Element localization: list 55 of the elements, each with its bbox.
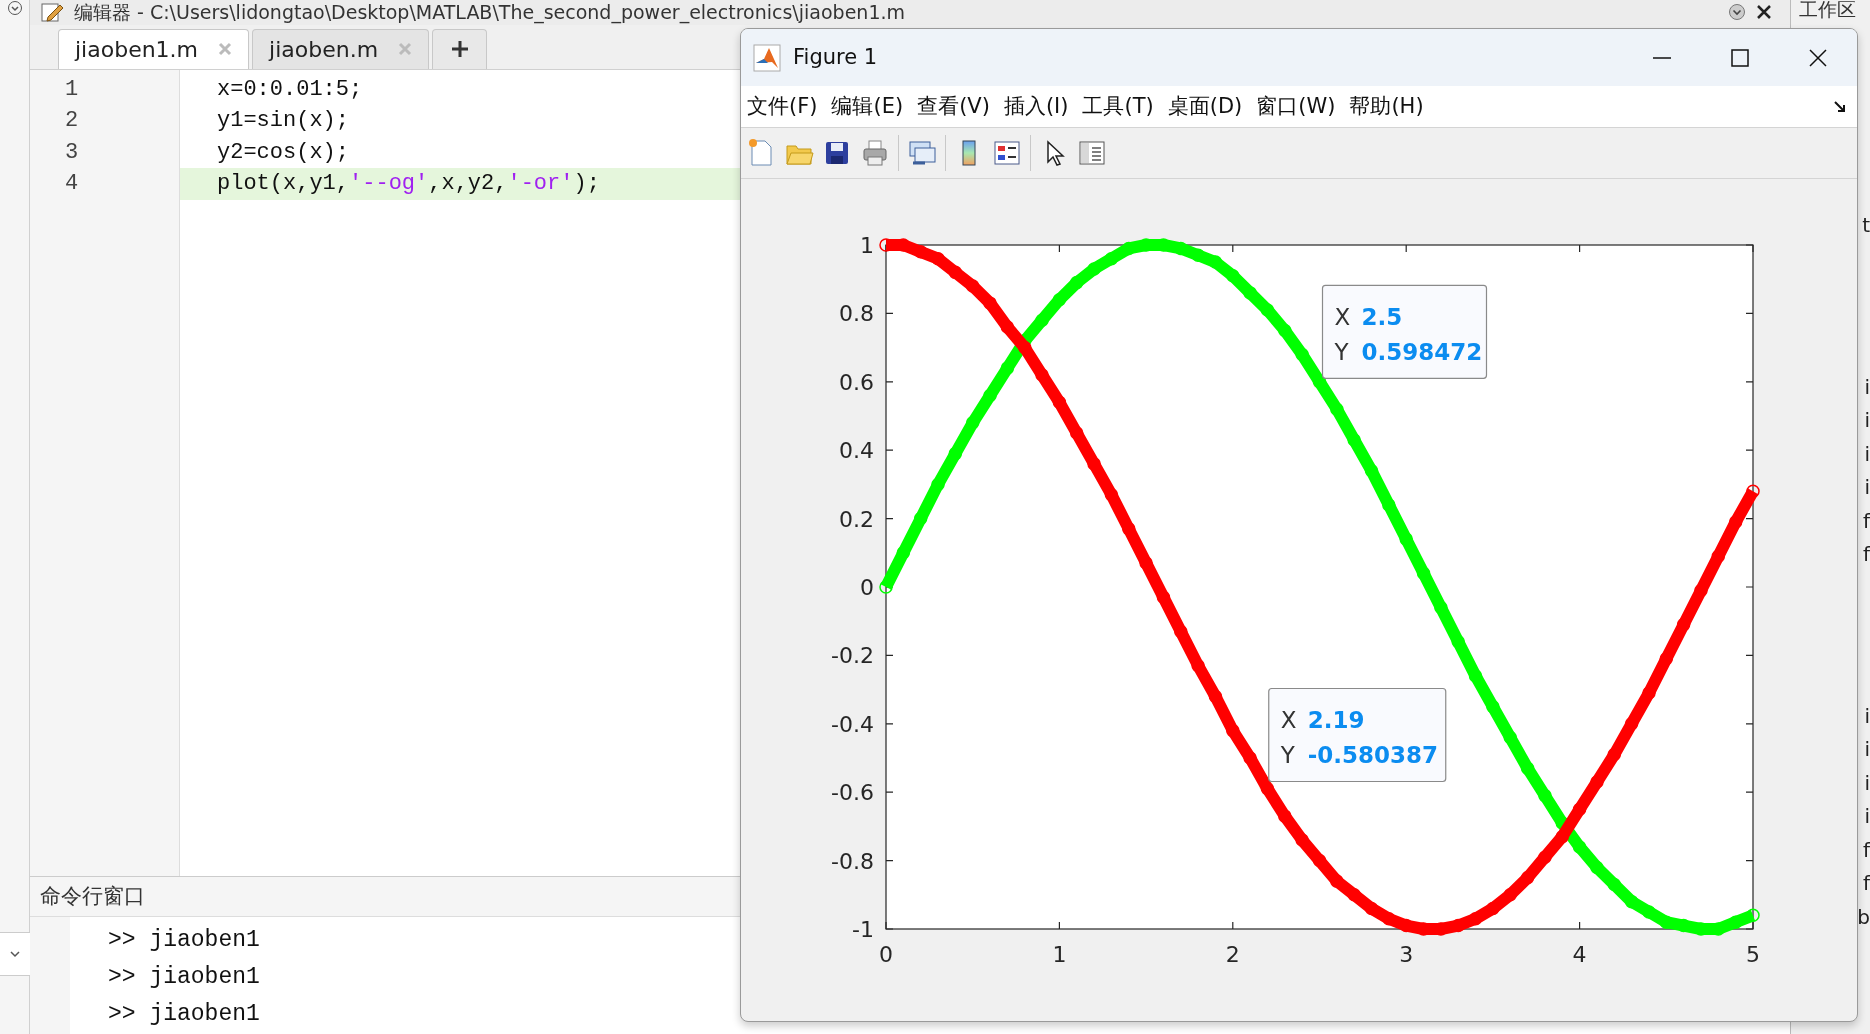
datatip-y-label: Y <box>1334 339 1349 366</box>
command-line: >> jiaoben1 <box>108 1000 260 1029</box>
line-number: 3 <box>65 138 79 167</box>
code-line: y1=sin(x); <box>216 107 351 136</box>
x-tick-label: 2 <box>1225 942 1240 967</box>
y-tick-label: -0.8 <box>831 848 874 874</box>
variable-name: f <box>1862 870 1870 897</box>
variable-name: i <box>1864 407 1870 434</box>
line-number: 4 <box>65 170 79 199</box>
y-tick-label: 0.2 <box>839 506 874 532</box>
y-tick-label: 1 <box>860 233 874 258</box>
code-line: x=0:0.01:5; <box>216 75 364 104</box>
variable-name: i <box>1864 474 1870 501</box>
x-tick-label: 1 <box>1052 942 1067 967</box>
variable-name: t <box>1862 212 1870 239</box>
y-tick-label: -0.6 <box>831 780 874 806</box>
variable-name: i <box>1864 373 1870 401</box>
y-tick-label: 0 <box>860 575 874 600</box>
command-line: >> jiaoben1 <box>108 926 260 955</box>
command-line: >> jiaoben1 <box>108 963 260 992</box>
y-tick-label: 0.4 <box>839 438 874 464</box>
datatip-x-label: X <box>1334 304 1351 331</box>
y-tick-label: -0.4 <box>831 711 874 737</box>
tab-label: jiaoben1.m <box>75 35 199 64</box>
variable-name: i <box>1864 702 1870 730</box>
datatip-y-value: -0.580387 <box>1307 742 1439 769</box>
line-number: 1 <box>65 75 79 104</box>
variable-name: i <box>1864 769 1870 797</box>
x-tick-label: 0 <box>879 942 893 967</box>
y-tick-label: 0.6 <box>839 369 874 395</box>
datatip-y-value: 0.598472 <box>1361 339 1483 366</box>
variable-name: i <box>1864 440 1870 468</box>
panel-title: 工作区 <box>1798 0 1856 19</box>
variable-name: b <box>1857 903 1870 931</box>
variable-name: i <box>1864 803 1870 830</box>
x-tick-label: 4 <box>1572 942 1587 967</box>
variable-name: f <box>1862 836 1870 864</box>
x-tick-label: 5 <box>1746 942 1760 967</box>
y-tick-label: -0.2 <box>831 643 874 669</box>
y-tick-label: 0.8 <box>839 301 874 327</box>
y-tick-label: -1 <box>852 917 874 942</box>
datatip-x-value: 2.5 <box>1361 304 1403 331</box>
variable-name: f <box>1862 507 1870 535</box>
x-tick-label: 3 <box>1399 942 1414 967</box>
datatip-y-label: Y <box>1280 742 1295 769</box>
line-number: 2 <box>65 107 79 136</box>
editor-title: 编辑器 - C:\Users\lidongtao\Desktop\MATLAB\The_second_power_electronics\jiaoben1.m <box>74 2 906 22</box>
panel-title: 命令行窗口 <box>40 882 145 910</box>
datatip-x-label: X <box>1280 707 1297 734</box>
datatip-x-value: 2.19 <box>1307 707 1365 734</box>
variable-name: f <box>1862 541 1870 568</box>
variable-name: i <box>1864 736 1870 763</box>
code-line: y2=cos(x); <box>216 138 351 167</box>
tab-label: jiaoben.m <box>269 35 379 64</box>
window-title: Figure 1 <box>793 43 878 71</box>
